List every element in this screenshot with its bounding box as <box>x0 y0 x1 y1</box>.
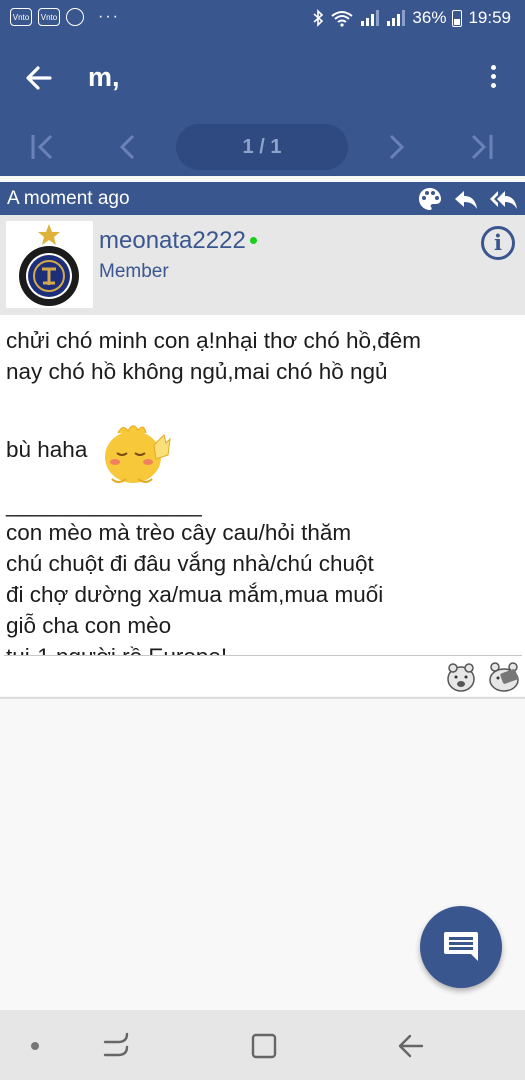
reaction-bar <box>0 656 525 696</box>
post-text-line: con mèo mà trèo cây cau/hỏi thăm <box>6 520 352 545</box>
battery-percent: 36% <box>412 8 447 27</box>
post-text-line: chửi chó minh con ạ!nhại thơ chó hồ,đêm <box>6 328 422 353</box>
user-role: Member <box>99 261 169 282</box>
post-text-line: giỗ cha con mèo <box>6 613 172 638</box>
last-page-icon[interactable] <box>468 130 494 164</box>
text-separator: ________________ <box>6 492 202 517</box>
reply-fab[interactable] <box>420 906 502 988</box>
post-text-line: bù haha <box>6 436 88 462</box>
clock: 19:59 <box>468 8 511 27</box>
back-icon[interactable] <box>394 1030 426 1062</box>
online-indicator <box>249 237 257 244</box>
viber-icon <box>66 8 84 26</box>
more-notifications-icon: ··· <box>98 8 120 25</box>
app-notification-icon: Vnto <box>38 8 60 26</box>
page-title: m, <box>88 62 120 92</box>
first-page-icon[interactable] <box>30 130 56 164</box>
post-header: A moment ago <box>0 182 525 215</box>
notification-icons: Vnto Vnto ··· <box>10 8 120 26</box>
post-text-line: bù haha <box>6 415 511 487</box>
system-indicators: 36% 19:59 <box>312 8 511 28</box>
divider <box>0 697 525 699</box>
reaction-icons <box>445 661 521 693</box>
emoji-sticker <box>104 425 171 483</box>
page-indicator[interactable]: 1 / 1 <box>176 124 348 170</box>
post-text-line: đi chợ dường xa/mua mắm,mua muối <box>6 582 384 607</box>
wifi-icon <box>331 11 354 27</box>
username-text: meonata2222 <box>99 227 246 254</box>
thanks-reaction-icon[interactable] <box>487 661 521 693</box>
post-timestamp: A moment ago <box>7 188 130 209</box>
signal-icon <box>387 10 406 26</box>
nav-dot-icon[interactable] <box>31 1042 39 1050</box>
home-icon[interactable] <box>248 1030 280 1062</box>
back-arrow-icon[interactable] <box>24 58 54 98</box>
signal-icon <box>361 10 380 26</box>
battery-icon <box>452 9 463 27</box>
recent-apps-icon[interactable] <box>100 1030 132 1062</box>
pager: 1 / 1 <box>0 124 525 170</box>
bluetooth-icon <box>313 9 324 27</box>
post-text-line: chú chuột đi đâu vắng nhà/chú chuột <box>6 551 374 576</box>
system-navigation-bar <box>0 1010 525 1080</box>
info-icon[interactable]: i <box>481 226 515 260</box>
post-author: meonata2222 Member i <box>0 215 525 315</box>
username[interactable]: meonata2222 <box>99 227 257 255</box>
app-notification-icon: Vnto <box>10 8 32 26</box>
avatar[interactable] <box>6 221 93 308</box>
post-actions <box>417 186 519 212</box>
palette-icon[interactable] <box>417 186 443 212</box>
overflow-menu-icon[interactable] <box>481 62 505 94</box>
app-bar: m, 1 / 1 <box>0 36 525 176</box>
comment-icon <box>444 932 478 961</box>
post-text-line: nay chó hồ không ngủ,mai chó hồ ngủ <box>6 359 388 384</box>
next-page-icon[interactable] <box>386 130 406 164</box>
reply-all-icon[interactable] <box>489 186 519 212</box>
status-bar: Vnto Vnto ··· 36% 19:59 <box>0 0 525 36</box>
smiley-reaction-icon[interactable] <box>445 661 477 693</box>
post-body: chửi chó minh con ạ!nhại thơ chó hồ,đêm … <box>6 325 511 672</box>
reply-icon[interactable] <box>453 186 479 212</box>
previous-page-icon[interactable] <box>118 130 138 164</box>
post-content: chửi chó minh con ạ!nhại thơ chó hồ,đêm … <box>0 315 525 669</box>
